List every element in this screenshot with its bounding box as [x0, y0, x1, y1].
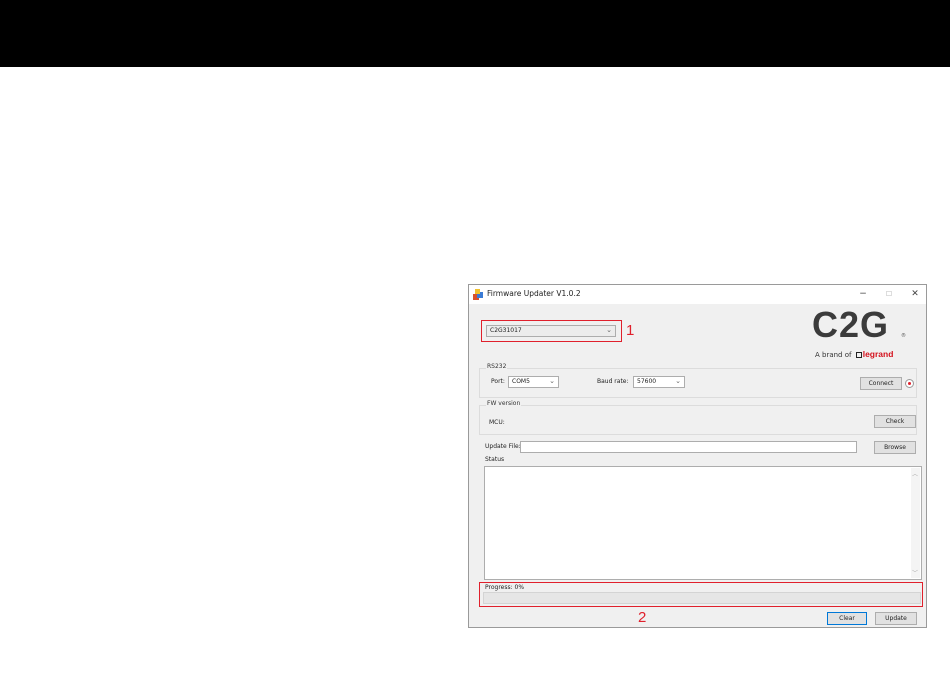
annotation-box-1	[481, 320, 622, 342]
fw-version-group	[479, 405, 917, 435]
brand-tagline: A brand of legrand	[815, 349, 893, 359]
baud-rate-select[interactable]: 57600 ⌄	[633, 376, 685, 388]
connection-status-indicator	[905, 379, 914, 388]
window-title: Firmware Updater V1.0.2	[487, 289, 581, 298]
baud-rate-select-value: 57600	[637, 378, 657, 385]
clear-button[interactable]: Clear	[827, 612, 867, 625]
maximize-button[interactable]: ☐	[881, 287, 897, 301]
minimize-button[interactable]: −	[855, 287, 871, 301]
close-button[interactable]: ✕	[907, 287, 923, 301]
annotation-label-1: 1	[626, 322, 635, 339]
black-header-bar	[0, 0, 950, 67]
annotation-label-2: 2	[638, 609, 647, 626]
status-log[interactable]: ︿ ﹀	[484, 466, 922, 580]
legrand-mark-icon	[855, 352, 862, 358]
check-button[interactable]: Check	[874, 415, 916, 428]
status-label: Status	[485, 456, 505, 463]
port-select-value: COM5	[512, 378, 530, 385]
c2g-logo: C2G	[812, 304, 890, 345]
update-file-label: Update File:	[485, 443, 521, 450]
port-select[interactable]: COM5 ⌄	[508, 376, 559, 388]
title-bar: Firmware Updater V1.0.2 − ☐ ✕	[469, 285, 926, 304]
legrand-brand: legrand	[862, 349, 894, 359]
chevron-down-icon: ⌄	[549, 377, 555, 385]
scroll-down-icon[interactable]: ﹀	[912, 568, 918, 577]
browse-button[interactable]: Browse	[874, 441, 916, 454]
update-file-field[interactable]	[520, 441, 857, 453]
scroll-up-icon[interactable]: ︿	[912, 469, 918, 478]
status-dot-icon	[908, 382, 911, 385]
rs232-title: RS232	[486, 363, 508, 370]
status-scrollbar[interactable]: ︿ ﹀	[911, 468, 920, 578]
fw-version-title: FW version	[486, 400, 522, 407]
annotation-box-2	[479, 582, 923, 607]
tagline-prefix: A brand of	[815, 351, 852, 359]
firmware-updater-window: Firmware Updater V1.0.2 − ☐ ✕ C2G31017 ⌄…	[468, 284, 927, 628]
update-button[interactable]: Update	[875, 612, 917, 625]
app-icon	[473, 289, 483, 300]
connect-button[interactable]: Connect	[860, 377, 902, 390]
mcu-label: MCU:	[489, 419, 505, 426]
baud-rate-label: Baud rate:	[597, 378, 629, 385]
registered-mark: ®	[901, 333, 906, 339]
port-label: Port:	[491, 378, 505, 385]
chevron-down-icon: ⌄	[675, 377, 681, 385]
